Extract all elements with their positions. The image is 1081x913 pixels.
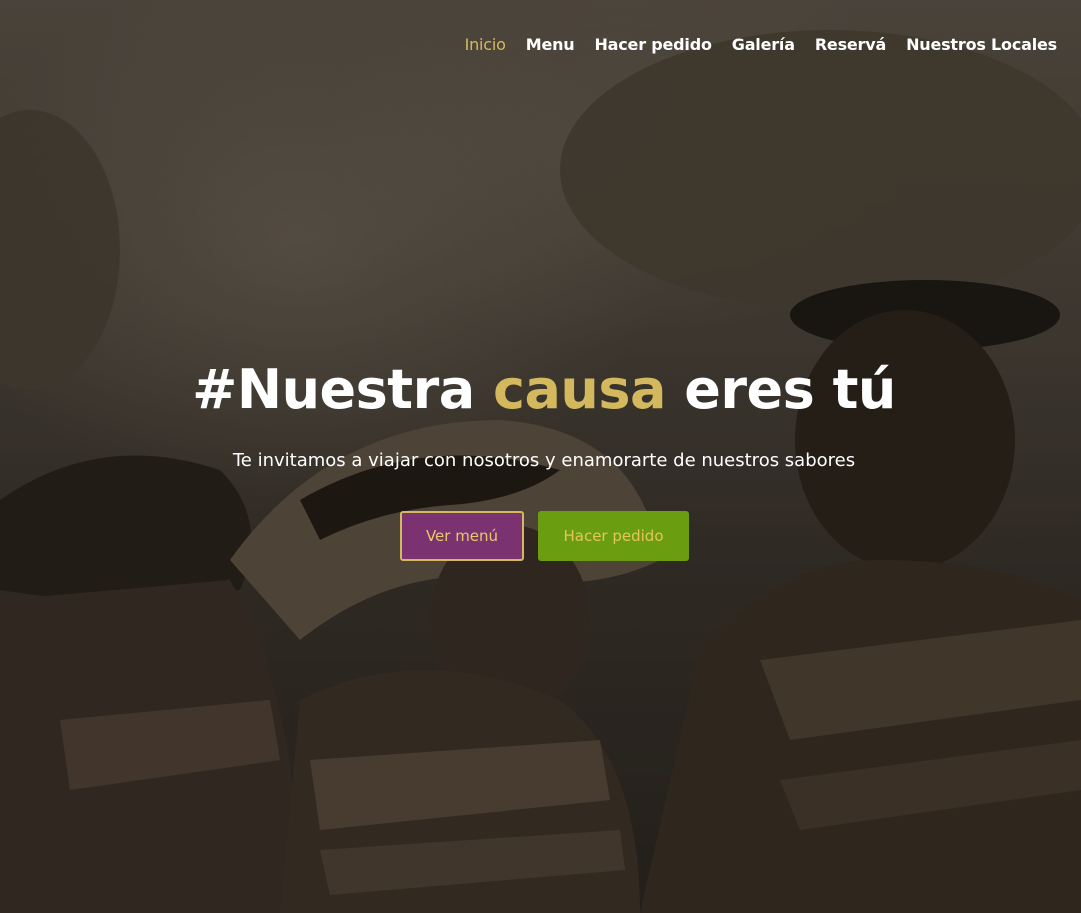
hero-subtitle: Te invitamos a viajar con nosotros y ena… [232,450,856,471]
hacer-pedido-button[interactable]: Hacer pedido [538,511,689,561]
nav-item-menu[interactable]: Menu [516,34,585,56]
headline-accent: causa [492,358,666,421]
main-nav: Inicio Menu Hacer pedido Galería Reservá… [455,34,1067,56]
nav-item-hacer-pedido[interactable]: Hacer pedido [584,34,721,56]
headline-part-1: #Nuestra [192,358,493,421]
headline-part-2: eres tú [665,358,896,421]
nav-item-galeria[interactable]: Galería [722,34,805,56]
nav-item-nuestros-locales[interactable]: Nuestros Locales [896,34,1067,56]
nav-item-reserva[interactable]: Reservá [805,34,896,56]
nav-item-inicio[interactable]: Inicio [455,34,516,56]
hero-headline: #Nuestra causa eres tú [0,358,1081,421]
ver-menu-button[interactable]: Ver menú [400,511,524,561]
hero-section: Inicio Menu Hacer pedido Galería Reservá… [0,0,1081,913]
